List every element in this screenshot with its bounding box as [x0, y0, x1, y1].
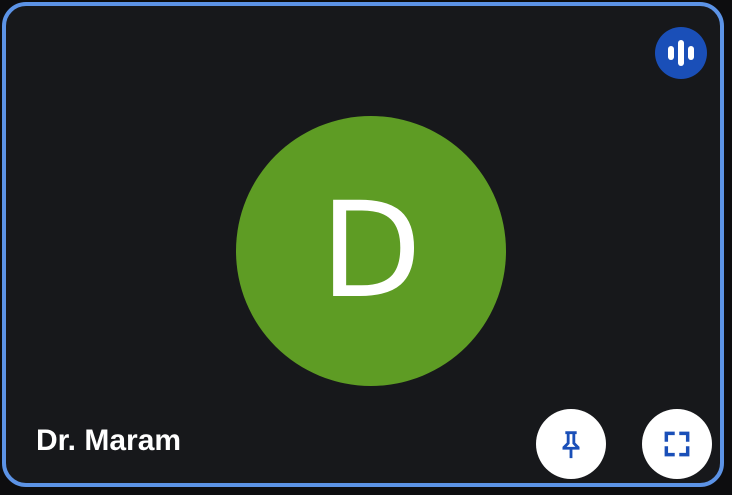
fullscreen-button[interactable] [642, 409, 712, 479]
pin-button[interactable] [536, 409, 606, 479]
participant-name: Dr. Maram [36, 424, 182, 457]
fullscreen-icon [664, 431, 690, 457]
audio-level-bar [668, 46, 674, 60]
avatar-initial: D [320, 174, 422, 328]
pin-icon [562, 431, 580, 459]
participant-tile[interactable]: D Dr. Maram [2, 2, 724, 487]
avatar: D [236, 116, 506, 386]
audio-level-icon [655, 27, 707, 79]
audio-level-bar [688, 46, 694, 60]
audio-level-bar [678, 40, 684, 66]
